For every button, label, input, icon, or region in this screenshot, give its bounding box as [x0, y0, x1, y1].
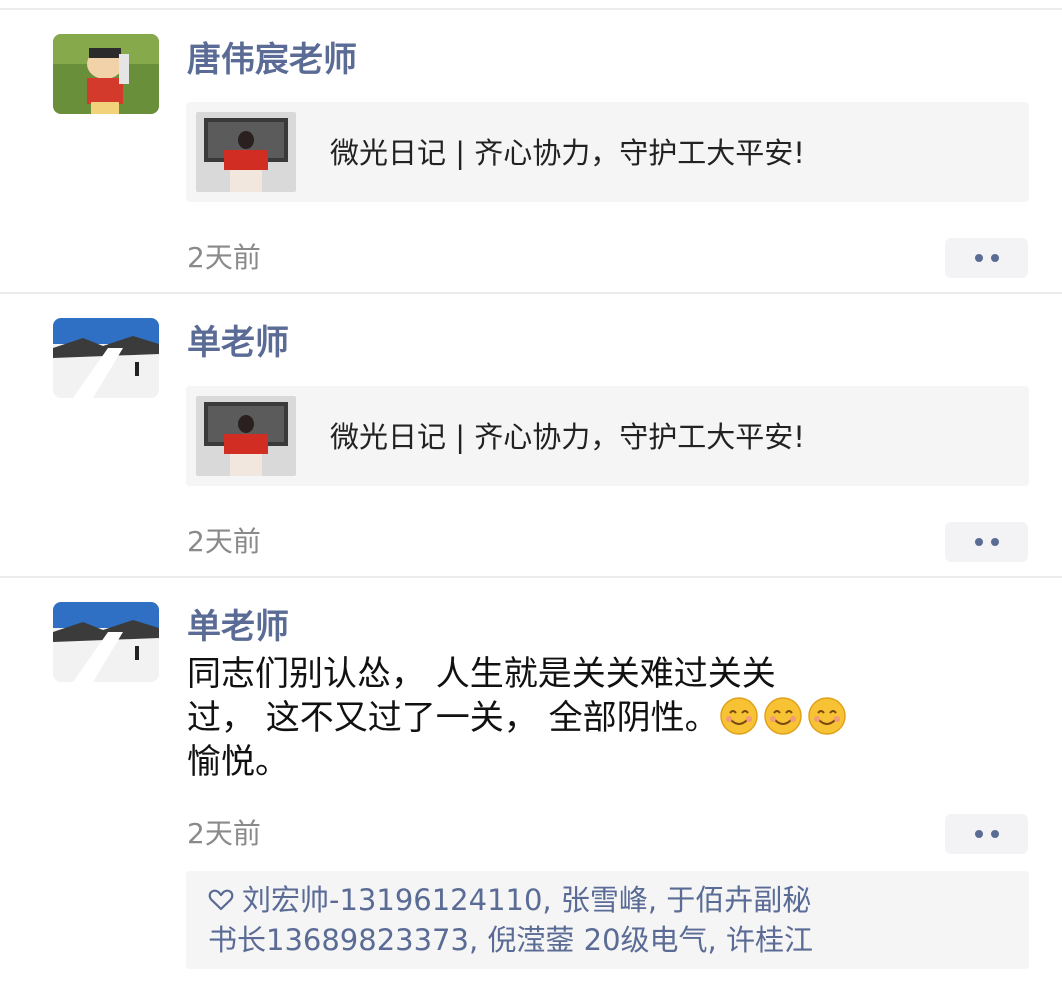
dot — [974, 254, 983, 262]
dot — [974, 830, 983, 838]
likes-list[interactable]: 刘宏帅-13196124110, 张雪峰, 于佰卉副秘 书长1368982337… — [208, 880, 1018, 960]
post-content: 同志们别认怂， 人生就是关关难过关关 过， 这不又过了一关， 全部阴性。 愉悦。 — [187, 652, 1037, 784]
divider — [0, 8, 1062, 10]
more-dots-icon[interactable] — [945, 238, 1028, 278]
shared-article-card[interactable]: 微光日记 | 齐心协力，守护工大平安! — [186, 102, 1029, 202]
moments-feed: 唐伟宸老师 微光日记 | 齐心协力，守护工大平安! 2天前 单老师 微光日记 |… — [0, 0, 1062, 995]
avatar[interactable] — [53, 602, 159, 682]
likes-line[interactable]: 书长13689823373, 倪滢蓥 20级电气, 许桂江 — [208, 920, 1018, 960]
avatar[interactable] — [53, 318, 159, 398]
dot — [990, 830, 999, 838]
likes-panel: 刘宏帅-13196124110, 张雪峰, 于佰卉副秘 书长1368982337… — [186, 871, 1029, 969]
shared-article-card[interactable]: 微光日记 | 齐心协力，守护工大平安! — [186, 386, 1029, 486]
post-time: 2天前 — [187, 241, 261, 274]
content-line: 过， 这不又过了一关， 全部阴性。 — [187, 696, 1037, 740]
article-title: 微光日记 | 齐心协力，守护工大平安! — [330, 420, 805, 454]
dot — [990, 254, 999, 262]
post-time: 2天前 — [187, 525, 261, 558]
likes-names[interactable]: 刘宏帅-13196124110, 张雪峰, 于佰卉副秘 — [242, 883, 811, 917]
divider — [0, 292, 1062, 294]
content-text: 过， 这不又过了一关， 全部阴性。 — [187, 698, 719, 738]
heart-outline-icon — [208, 888, 234, 912]
more-dots-icon[interactable] — [945, 522, 1028, 562]
smile-emoji — [719, 696, 759, 736]
article-thumbnail — [196, 396, 296, 476]
content-line: 愉悦。 — [187, 742, 289, 782]
dot — [990, 538, 999, 546]
likes-line: 刘宏帅-13196124110, 张雪峰, 于佰卉副秘 — [208, 880, 1018, 920]
smile-emoji — [763, 696, 803, 736]
content-line: 同志们别认怂， 人生就是关关难过关关 — [187, 654, 776, 694]
dot — [974, 538, 983, 546]
author-name[interactable]: 唐伟宸老师 — [187, 40, 357, 80]
post-time: 2天前 — [187, 817, 261, 850]
author-name[interactable]: 单老师 — [187, 607, 289, 647]
author-name[interactable]: 单老师 — [187, 323, 289, 363]
article-title: 微光日记 | 齐心协力，守护工大平安! — [330, 136, 805, 170]
article-thumbnail — [196, 112, 296, 192]
avatar[interactable] — [53, 34, 159, 114]
divider — [0, 576, 1062, 578]
more-dots-icon[interactable] — [945, 814, 1028, 854]
smile-emoji — [807, 696, 847, 736]
